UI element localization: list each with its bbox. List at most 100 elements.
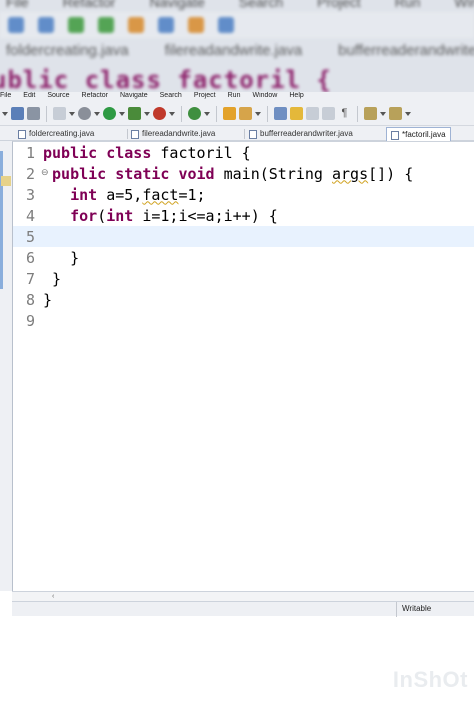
- code-line-8[interactable]: 8 }: [13, 289, 474, 310]
- code-line-7[interactable]: 7 }: [13, 268, 474, 289]
- scroll-left-icon[interactable]: ‹: [52, 593, 54, 600]
- menu-project[interactable]: Project: [194, 92, 216, 102]
- new-class-icon[interactable]: [188, 107, 201, 120]
- zoomed-tool-icon: [188, 17, 204, 33]
- menu-search[interactable]: Search: [160, 92, 182, 102]
- tab-separator: [127, 129, 128, 139]
- zoomed-menubar: File Refactor Navigate Search Project Ru…: [6, 0, 474, 10]
- menu-help[interactable]: Help: [289, 92, 303, 102]
- zoomed-tool-icon: [128, 17, 144, 33]
- save-icon[interactable]: [11, 107, 24, 120]
- zoomed-toolbar: [0, 12, 474, 38]
- run-icon[interactable]: [103, 107, 116, 120]
- keyword: class: [106, 143, 152, 162]
- zoomed-toolbar-icon: [38, 17, 54, 33]
- chevron-down-icon[interactable]: [169, 107, 175, 120]
- line-content: int a=5,fact=1;: [43, 185, 205, 204]
- tab-label: foldercreating.java: [29, 129, 95, 138]
- new-dropdown-icon[interactable]: [2, 107, 8, 120]
- chevron-down-icon[interactable]: [255, 107, 261, 120]
- tab-bufferreaderandwriter[interactable]: bufferreaderandwriter.java: [249, 127, 353, 141]
- external-tools-icon[interactable]: [153, 107, 166, 120]
- line-content: }: [43, 249, 79, 267]
- highlight-icon[interactable]: [290, 107, 303, 120]
- pilcrow-icon[interactable]: ¶: [338, 107, 351, 120]
- keyword: public: [52, 164, 107, 183]
- zoomed-menu-item: Search: [238, 0, 284, 10]
- tab-separator: [244, 129, 245, 139]
- menu-edit[interactable]: Edit: [23, 92, 35, 102]
- chevron-down-icon[interactable]: [69, 107, 75, 120]
- chevron-down-icon[interactable]: [94, 107, 100, 120]
- java-file-icon: [391, 130, 399, 140]
- pin-icon[interactable]: [274, 107, 287, 120]
- tab-filereadandwrite[interactable]: filereadandwrite.java: [131, 127, 215, 141]
- menu-window[interactable]: Window: [252, 92, 277, 102]
- code-line-4[interactable]: 4 for(int i=1;i<=a;i++) {: [13, 205, 474, 226]
- code-lines: 1 public class factoril { 2 ⊖ public sta…: [13, 142, 474, 331]
- code-text: }: [52, 269, 62, 288]
- pen-icon[interactable]: [239, 107, 252, 120]
- zoomed-tab: bufferreaderandwriter.java: [338, 42, 474, 59]
- open-icon[interactable]: [223, 107, 236, 120]
- chevron-down-icon[interactable]: [119, 107, 125, 120]
- menu-source[interactable]: Source: [47, 92, 69, 102]
- menubar: File Edit Source Refactor Navigate Searc…: [0, 92, 474, 102]
- ide-window: File Edit Source Refactor Navigate Searc…: [0, 92, 474, 617]
- editor-tabbar: foldercreating.java filereadandwrite.jav…: [0, 126, 474, 142]
- java-file-icon: [18, 129, 26, 139]
- toolbar-separator: [216, 105, 217, 122]
- chevron-down-icon[interactable]: [380, 107, 386, 120]
- code-line-5-current[interactable]: 5: [13, 226, 474, 247]
- menu-run[interactable]: Run: [228, 92, 241, 102]
- line-number: 9: [25, 311, 35, 330]
- print-icon[interactable]: [27, 107, 40, 120]
- block-select-icon[interactable]: [322, 107, 335, 120]
- horizontal-scrollbar[interactable]: ‹: [12, 591, 474, 601]
- chevron-down-icon[interactable]: [405, 107, 411, 120]
- line-number: 2: [25, 164, 35, 183]
- line-content: }: [43, 290, 53, 309]
- code-line-9[interactable]: 9: [13, 310, 474, 331]
- zoomed-tabbar: foldercreating.java filereadandwrite.jav…: [0, 42, 474, 64]
- code-line-3[interactable]: 3 int a=5,fact=1;: [13, 184, 474, 205]
- gear-icon[interactable]: [78, 107, 91, 120]
- menu-refactor[interactable]: Refactor: [82, 92, 108, 102]
- tab-foldercreating[interactable]: foldercreating.java: [18, 127, 94, 141]
- debug-icon[interactable]: [128, 107, 141, 120]
- zoomed-toolbar-icon: [8, 17, 24, 33]
- keyword: void: [178, 164, 215, 183]
- code-text: []) {: [368, 164, 414, 183]
- line-number: 3: [25, 185, 35, 204]
- menu-file[interactable]: File: [0, 92, 11, 102]
- warning-underline: fact: [142, 185, 179, 204]
- write-mode-status: Writable: [402, 604, 432, 613]
- keyword: int: [106, 206, 134, 225]
- navigate-icon[interactable]: [364, 107, 377, 120]
- change-marker: [0, 151, 3, 289]
- code-text: factoril {: [151, 143, 251, 162]
- line-number: 7: [25, 269, 35, 288]
- code-line-6[interactable]: 6 }: [13, 247, 474, 268]
- back-icon[interactable]: [389, 107, 402, 120]
- chevron-down-icon[interactable]: [144, 107, 150, 120]
- keyword: public: [43, 143, 98, 162]
- line-number: 1: [25, 143, 35, 162]
- status-bar: Writable: [12, 601, 474, 617]
- code-text: main(String: [214, 164, 332, 183]
- tab-label: bufferreaderandwriter.java: [260, 129, 353, 138]
- code-text: a=5,: [97, 185, 143, 204]
- zoomed-menu-item: File: [6, 0, 29, 10]
- code-line-1[interactable]: 1 public class factoril {: [13, 142, 474, 163]
- fold-toggle-icon[interactable]: ⊖: [41, 167, 49, 178]
- menu-navigate[interactable]: Navigate: [120, 92, 148, 102]
- zoomed-menu-item: Project: [317, 0, 361, 10]
- doc-icon[interactable]: [306, 107, 319, 120]
- code-editor[interactable]: 1 public class factoril { 2 ⊖ public sta…: [12, 141, 474, 591]
- code-line-2[interactable]: 2 ⊖ public static void main(String args[…: [13, 163, 474, 184]
- tab-factoril[interactable]: *factoril.java: [386, 127, 451, 142]
- toolbar-separator: [46, 105, 47, 122]
- main-toolbar: ¶: [0, 102, 474, 126]
- chevron-down-icon[interactable]: [204, 107, 210, 120]
- terminal-icon[interactable]: [53, 107, 66, 120]
